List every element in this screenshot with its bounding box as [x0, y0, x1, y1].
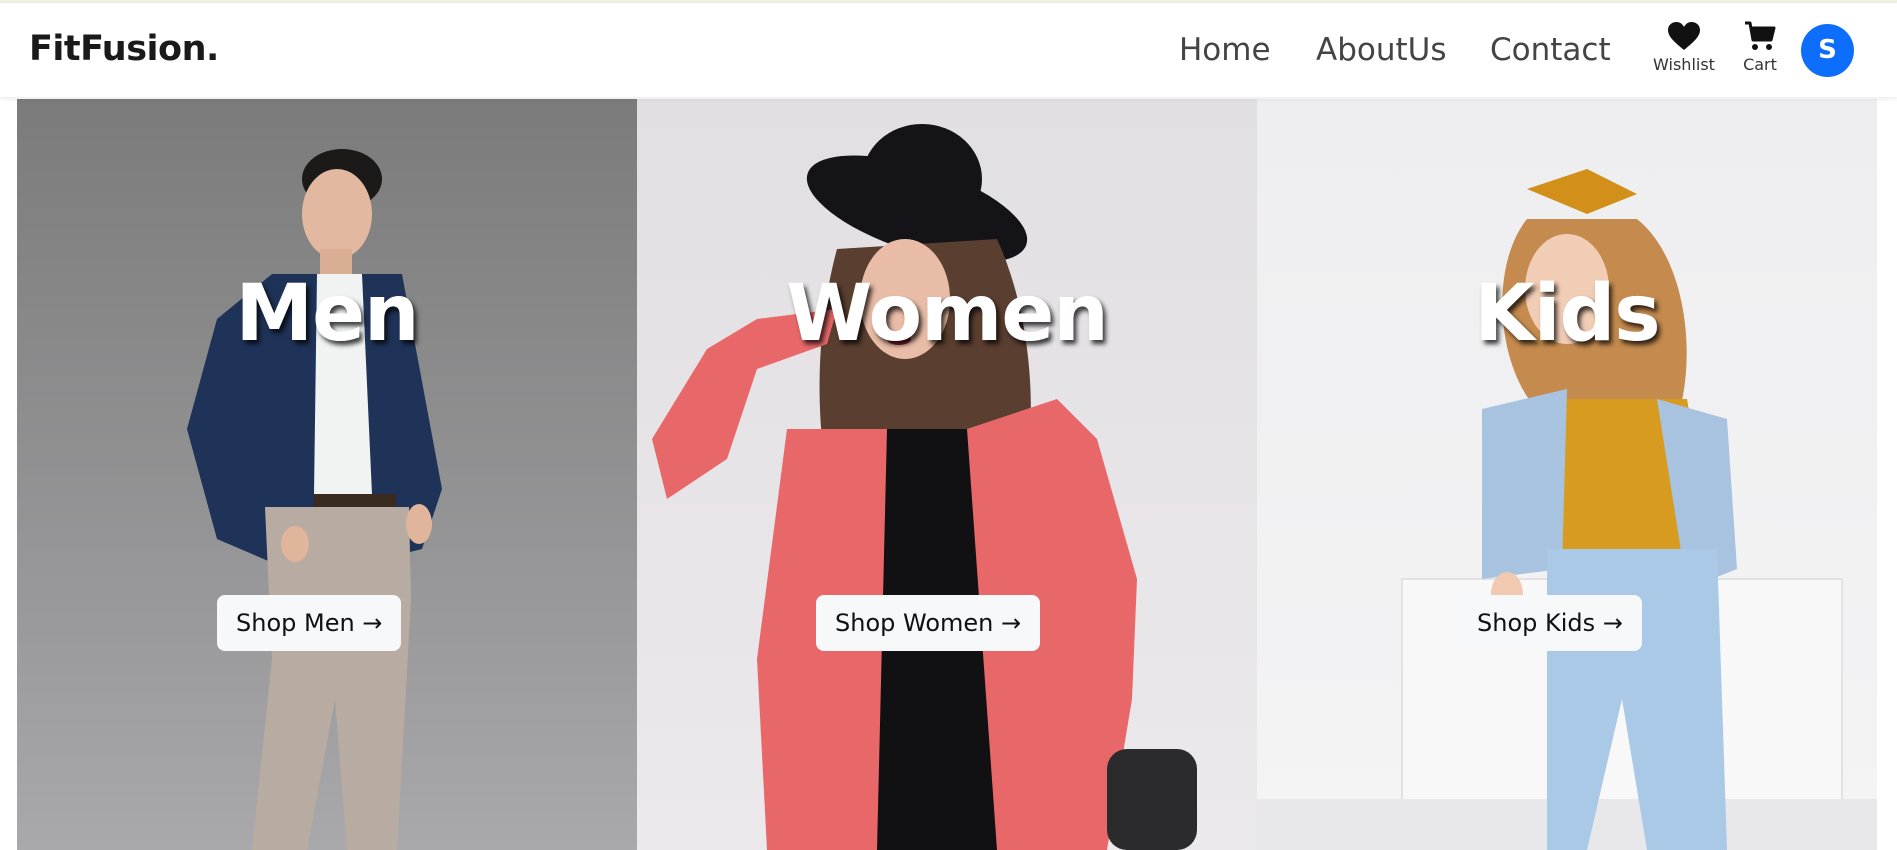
- navbar: FitFusion. Home AboutUs Contact Wishlist…: [0, 3, 1897, 97]
- cart-label: Cart: [1743, 55, 1777, 74]
- shop-kids-button[interactable]: Shop Kids →: [1458, 595, 1642, 651]
- women-photo: [652, 124, 1197, 850]
- women-panel[interactable]: Women: [637, 99, 1257, 850]
- men-photo: [187, 149, 442, 850]
- user-avatar[interactable]: S: [1801, 24, 1854, 77]
- nav-aboutus-link[interactable]: AboutUs: [1316, 32, 1447, 68]
- cart-button[interactable]: Cart: [1724, 21, 1796, 74]
- cart-icon: [1745, 21, 1776, 50]
- nav-home-link[interactable]: Home: [1179, 32, 1271, 68]
- wishlist-button[interactable]: Wishlist: [1648, 21, 1720, 74]
- men-title: Men: [235, 269, 419, 359]
- kids-title: Kids: [1474, 269, 1660, 359]
- shop-men-button[interactable]: Shop Men →: [217, 595, 402, 651]
- heart-icon: [1668, 22, 1700, 50]
- wishlist-label: Wishlist: [1653, 55, 1715, 74]
- women-title: Women: [786, 269, 1109, 359]
- men-panel[interactable]: Men: [17, 99, 637, 850]
- brand-logo[interactable]: FitFusion.: [29, 29, 219, 69]
- kids-photo: [1257, 169, 1877, 850]
- category-panels: Men Women Kids: [17, 99, 1877, 850]
- nav-contact-link[interactable]: Contact: [1490, 32, 1611, 68]
- kids-panel[interactable]: Kids: [1257, 99, 1877, 850]
- shop-women-button[interactable]: Shop Women →: [816, 595, 1041, 651]
